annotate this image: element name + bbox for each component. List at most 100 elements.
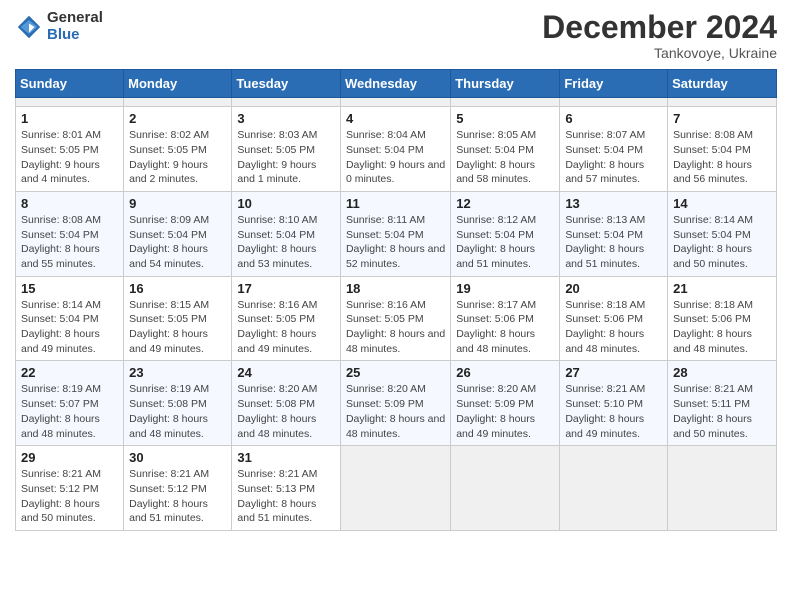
header: General Blue December 2024 Tankovoye, Uk…: [15, 10, 777, 61]
calendar-cell: [16, 98, 124, 107]
calendar-week-row: 1Sunrise: 8:01 AMSunset: 5:05 PMDaylight…: [16, 107, 777, 192]
calendar-cell: 20Sunrise: 8:18 AMSunset: 5:06 PMDayligh…: [560, 276, 668, 361]
calendar-cell: 6 Sunrise: 8:07 AMSunset: 5:04 PMDaylight…: [560, 107, 668, 192]
calendar-cell: [668, 98, 777, 107]
calendar-week-row: 15Sunrise: 8:14 AMSunset: 5:04 PMDayligh…: [16, 276, 777, 361]
day-info: Sunrise: 8:07 AMSunset: 5:04 PMDaylight:…: [565, 128, 662, 187]
calendar-cell: 5 Sunrise: 8:05 AMSunset: 5:04 PMDaylight…: [451, 107, 560, 192]
calendar-cell: 18Sunrise: 8:16 AMSunset: 5:05 PMDayligh…: [340, 276, 450, 361]
day-info: Sunrise: 8:19 AMSunset: 5:07 PMDaylight:…: [21, 382, 118, 441]
calendar-cell: 24 Sunrise: 8:20 AMSunset: 5:08 PMDayligh…: [232, 361, 341, 446]
day-number: 13: [565, 196, 662, 211]
calendar-cell: 8Sunrise: 8:08 AMSunset: 5:04 PMDaylight…: [16, 191, 124, 276]
calendar-week-row: 22 Sunrise: 8:19 AMSunset: 5:07 PMDayligh…: [16, 361, 777, 446]
calendar-cell: 11 Sunrise: 8:11 AMSunset: 5:04 PMDayligh…: [340, 191, 450, 276]
calendar-cell: 2Sunrise: 8:02 AMSunset: 5:05 PMDaylight…: [124, 107, 232, 192]
col-sunday: Sunday: [16, 70, 124, 98]
col-friday: Friday: [560, 70, 668, 98]
calendar-cell: 14 Sunrise: 8:14 AMSunset: 5:04 PMDayligh…: [668, 191, 777, 276]
day-number: 5: [456, 111, 554, 126]
logo-text: General Blue: [47, 10, 103, 43]
calendar-cell: 16Sunrise: 8:15 AMSunset: 5:05 PMDayligh…: [124, 276, 232, 361]
calendar-cell: 12 Sunrise: 8:12 AMSunset: 5:04 PMDayligh…: [451, 191, 560, 276]
day-number: 1: [21, 111, 118, 126]
calendar-week-row: 8Sunrise: 8:08 AMSunset: 5:04 PMDaylight…: [16, 191, 777, 276]
logo-icon: [15, 13, 43, 41]
day-number: 8: [21, 196, 118, 211]
page: General Blue December 2024 Tankovoye, Uk…: [0, 0, 792, 546]
calendar-cell: 29Sunrise: 8:21 AMSunset: 5:12 PMDayligh…: [16, 446, 124, 531]
calendar-cell: [340, 98, 450, 107]
calendar-table: Sunday Monday Tuesday Wednesday Thursday…: [15, 69, 777, 531]
calendar-cell: 27Sunrise: 8:21 AMSunset: 5:10 PMDayligh…: [560, 361, 668, 446]
day-number: 30: [129, 450, 226, 465]
day-number: 7: [673, 111, 771, 126]
col-thursday: Thursday: [451, 70, 560, 98]
month-title: December 2024: [542, 10, 777, 45]
day-info: Sunrise: 8:03 AMSunset: 5:05 PMDaylight:…: [237, 128, 335, 187]
col-tuesday: Tuesday: [232, 70, 341, 98]
day-info: Sunrise: 8:12 AMSunset: 5:04 PMDaylight:…: [456, 213, 554, 272]
location: Tankovoye, Ukraine: [542, 45, 777, 61]
day-number: 3: [237, 111, 335, 126]
calendar-cell: [451, 98, 560, 107]
day-number: 2: [129, 111, 226, 126]
calendar-cell: 4Sunrise: 8:04 AMSunset: 5:04 PMDaylight…: [340, 107, 450, 192]
col-saturday: Saturday: [668, 70, 777, 98]
day-info: Sunrise: 8:14 AMSunset: 5:04 PMDaylight:…: [21, 298, 118, 357]
day-info: Sunrise: 8:20 AMSunset: 5:09 PMDaylight:…: [346, 382, 445, 441]
day-info: Sunrise: 8:17 AMSunset: 5:06 PMDaylight:…: [456, 298, 554, 357]
day-number: 14: [673, 196, 771, 211]
day-number: 12: [456, 196, 554, 211]
day-number: 26: [456, 365, 554, 380]
day-info: Sunrise: 8:19 AMSunset: 5:08 PMDaylight:…: [129, 382, 226, 441]
col-wednesday: Wednesday: [340, 70, 450, 98]
day-number: 20: [565, 281, 662, 296]
calendar-cell: 23 Sunrise: 8:19 AMSunset: 5:08 PMDayligh…: [124, 361, 232, 446]
calendar-cell: 26Sunrise: 8:20 AMSunset: 5:09 PMDayligh…: [451, 361, 560, 446]
calendar-cell: 10 Sunrise: 8:10 AMSunset: 5:04 PMDayligh…: [232, 191, 341, 276]
day-number: 17: [237, 281, 335, 296]
day-info: Sunrise: 8:05 AMSunset: 5:04 PMDaylight:…: [456, 128, 554, 187]
calendar-cell: 1Sunrise: 8:01 AMSunset: 5:05 PMDaylight…: [16, 107, 124, 192]
day-info: Sunrise: 8:04 AMSunset: 5:04 PMDaylight:…: [346, 128, 445, 187]
day-number: 22: [21, 365, 118, 380]
calendar-week-row: [16, 98, 777, 107]
calendar-cell: 3 Sunrise: 8:03 AMSunset: 5:05 PMDaylight…: [232, 107, 341, 192]
col-monday: Monday: [124, 70, 232, 98]
day-info: Sunrise: 8:11 AMSunset: 5:04 PMDaylight:…: [346, 213, 445, 272]
day-info: Sunrise: 8:21 AMSunset: 5:12 PMDaylight:…: [129, 467, 226, 526]
day-info: Sunrise: 8:20 AMSunset: 5:08 PMDaylight:…: [237, 382, 335, 441]
calendar-cell: 19Sunrise: 8:17 AMSunset: 5:06 PMDayligh…: [451, 276, 560, 361]
day-info: Sunrise: 8:08 AMSunset: 5:04 PMDaylight:…: [673, 128, 771, 187]
calendar-cell: [560, 98, 668, 107]
day-number: 28: [673, 365, 771, 380]
calendar-cell: [124, 98, 232, 107]
day-info: Sunrise: 8:21 AMSunset: 5:12 PMDaylight:…: [21, 467, 118, 526]
day-number: 11: [346, 196, 445, 211]
day-info: Sunrise: 8:21 AMSunset: 5:13 PMDaylight:…: [237, 467, 335, 526]
day-info: Sunrise: 8:10 AMSunset: 5:04 PMDaylight:…: [237, 213, 335, 272]
day-number: 16: [129, 281, 226, 296]
calendar-cell: [340, 446, 450, 531]
calendar-cell: [232, 98, 341, 107]
day-number: 24: [237, 365, 335, 380]
day-info: Sunrise: 8:14 AMSunset: 5:04 PMDaylight:…: [673, 213, 771, 272]
day-info: Sunrise: 8:18 AMSunset: 5:06 PMDaylight:…: [673, 298, 771, 357]
day-number: 31: [237, 450, 335, 465]
title-block: December 2024 Tankovoye, Ukraine: [542, 10, 777, 61]
calendar-cell: 15Sunrise: 8:14 AMSunset: 5:04 PMDayligh…: [16, 276, 124, 361]
day-number: 18: [346, 281, 445, 296]
calendar-cell: [668, 446, 777, 531]
calendar-cell: 30 Sunrise: 8:21 AMSunset: 5:12 PMDayligh…: [124, 446, 232, 531]
day-number: 21: [673, 281, 771, 296]
calendar-header-row: Sunday Monday Tuesday Wednesday Thursday…: [16, 70, 777, 98]
calendar-cell: 21 Sunrise: 8:18 AMSunset: 5:06 PMDayligh…: [668, 276, 777, 361]
day-number: 6: [565, 111, 662, 126]
day-number: 23: [129, 365, 226, 380]
day-info: Sunrise: 8:09 AMSunset: 5:04 PMDaylight:…: [129, 213, 226, 272]
day-info: Sunrise: 8:16 AMSunset: 5:05 PMDaylight:…: [237, 298, 335, 357]
day-number: 9: [129, 196, 226, 211]
day-number: 10: [237, 196, 335, 211]
calendar-cell: [451, 446, 560, 531]
